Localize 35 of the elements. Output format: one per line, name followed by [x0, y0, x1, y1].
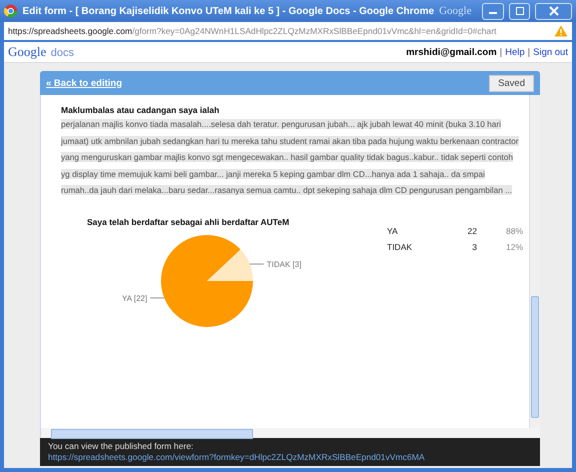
- horizontal-scrollbar[interactable]: [40, 428, 540, 438]
- browser-brand: Google: [439, 5, 472, 17]
- url-text: https://spreadsheets.google.com/gform?key=0Ag24NWnH1LSAdHlpc2ZLQzMzMXRxSlBBeEpnd01vVmc&hl=en&gridId=0#chart: [8, 26, 496, 36]
- table-cell: 88%: [477, 222, 523, 238]
- response-text: perjalanan majlis konvo tiada masalah....selesa dah teratur. pengurusan jubah... ajk jubah lewat 40 minit (buka 3.10 hari jumaat) utk ambnilan jubah sedangkan hari tu mereka tahu student ramai akan tiba pada hujung waktu berkenaan contractor yang menguruskan gambar majlis konvo sgt mengecewakan.. hasil gambar quality tidak bagus..kabur.. tidak seperti contoh yg display time memujuk kami beli gambar... janji mereka 5 keping gambar dlm CD...hanya ada 1 sahaja.. da smpai rumah..da jauh dari melaka...baru sedar...rasanya semua camtu.. dpt sekeping sahaja dlm CD pengurusan pengambilan ...: [61, 118, 520, 197]
- minimize-button[interactable]: [482, 2, 504, 20]
- link-separator: |: [500, 46, 502, 58]
- published-form-link[interactable]: https://spreadsheets.google.com/viewform?formkey=dHlpc2ZLQzMzMXRxSlBBeEpnd01vVmc6MA: [48, 452, 425, 463]
- docs-logo[interactable]: Google docs: [8, 43, 74, 61]
- slice-label: YA [22]: [122, 293, 148, 302]
- table-cell-text: 3: [471, 240, 477, 254]
- table-cell-text: TIDAK: [387, 240, 414, 254]
- warning-icon[interactable]: [554, 25, 568, 37]
- chart-title: Saya telah berdaftar sebagai ahli berdaftar AUTeM: [87, 216, 290, 226]
- header-link[interactable]: Help: [505, 46, 525, 58]
- vertical-scrollbar[interactable]: [529, 95, 540, 428]
- maximize-icon: [514, 7, 524, 15]
- link-separator: |: [528, 46, 530, 58]
- window-title: Edit form - [ Borang Kajiselidik Konvo UTeM kali ke 5 ] - Google Docs - Google Chrome: [22, 6, 434, 16]
- close-icon: [548, 6, 559, 16]
- leader-line: [249, 263, 264, 264]
- close-button[interactable]: [535, 2, 572, 20]
- address-bar[interactable]: https://spreadsheets.google.com/gform?key=0Ag24NWnH1LSAdHlpc2ZLQzMzMXRxSlBBeEpnd01vVmc&hl=en&gridId=0#chart: [4, 22, 572, 40]
- table-cell: 12%: [477, 238, 523, 254]
- question-title: Maklumbalas atau cadangan saya ialah: [61, 105, 220, 115]
- browser-logo-icon: [4, 4, 18, 18]
- saved-button[interactable]: Saved: [489, 74, 534, 92]
- leader-line: [150, 296, 165, 298]
- table-cell-text: 22: [466, 224, 477, 238]
- maximize-button[interactable]: [508, 2, 530, 20]
- header-link[interactable]: Sign out: [533, 46, 568, 58]
- notice-text: You can view the published form here:: [48, 441, 194, 452]
- table-cell-text: YA: [387, 224, 399, 238]
- account-email: mrshidi@gmail.com: [406, 46, 497, 58]
- slice-label: TIDAK [3]: [266, 260, 302, 269]
